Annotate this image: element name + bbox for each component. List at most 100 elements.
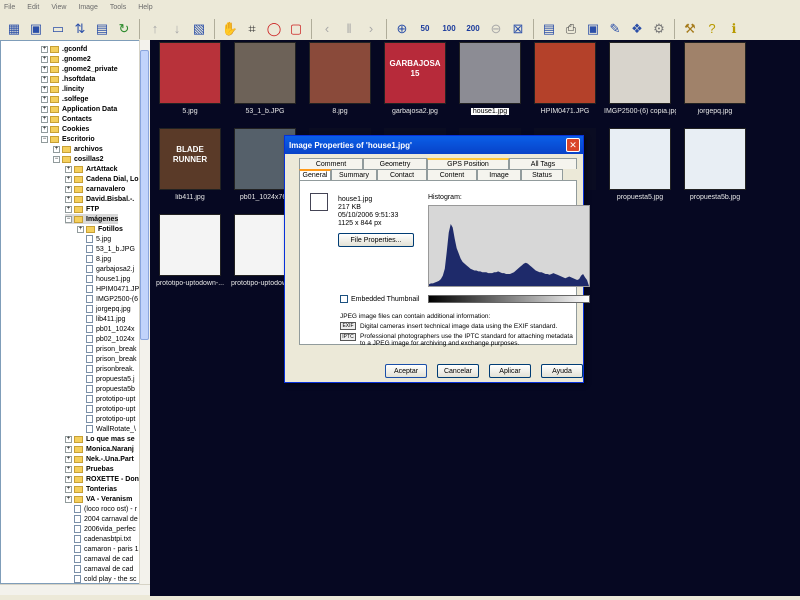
zoom-in-icon[interactable]: ⊕ [392,18,412,40]
tree-folder-item[interactable]: + ROXETTE - Don [65,474,139,484]
thumbnail-item[interactable]: 5.jpg [154,42,226,115]
pause-icon[interactable]: ‖ [339,18,359,40]
thumbnail-image[interactable]: GARBAJOSA 15 [384,42,446,104]
help-button[interactable]: Ayuda [541,364,583,378]
tree-file-item[interactable]: propuesta5b [77,384,135,394]
print-icon[interactable]: ⎙ [561,18,581,40]
embedded-thumbnail-checkbox[interactable]: Embedded Thumbnail [340,295,419,303]
tree-folder-item[interactable]: + David.Bisbal.-. [65,194,134,204]
thumbnail-image[interactable] [534,42,596,104]
tree-file-item[interactable]: garbajosa2.j [77,264,134,274]
thumbnail-item[interactable]: BLADE RUNNER lib411.jpg [154,128,226,201]
ok-button[interactable]: Aceptar [385,364,427,378]
tree-file-item[interactable]: cold play - the sc [65,574,137,583]
tree-folder-item[interactable]: + Cadena Dial, Lo [65,174,139,184]
thumbnail-image[interactable] [459,42,521,104]
tree-scroll-thumb[interactable] [140,50,149,340]
tree-file-item[interactable]: camaron - paris 1 [65,544,138,554]
tree-file-item[interactable]: carnaval de cad [65,554,133,564]
slideshow-icon[interactable]: ▧ [189,18,209,40]
thumbnail-item[interactable]: GARBAJOSA 15 garbajosa2.jpg [379,42,451,115]
edit-image-icon[interactable]: ✎ [605,18,625,40]
menu-help[interactable]: Help [138,4,152,11]
menu-image[interactable]: Image [78,4,97,11]
thumbnail-item[interactable]: 53_1_b.JPG [229,42,301,115]
expand-toggle-icon[interactable]: + [65,495,72,503]
tree-folder-item[interactable]: + archivos [53,144,103,154]
menu-view[interactable]: View [51,4,66,11]
tree-file-item[interactable]: prototipo-upt [77,394,135,404]
close-icon[interactable]: ✕ [566,138,580,152]
scanner-icon[interactable]: ▣ [583,18,603,40]
crop-icon[interactable]: ⌗ [242,18,262,40]
thumbnail-item[interactable]: house1.jpg [454,42,526,117]
tab-image[interactable]: Image [477,169,521,180]
tree-file-item[interactable]: prototipo-upt [77,404,135,414]
expand-toggle-icon[interactable]: − [53,155,60,163]
tree-file-item[interactable]: prisonbreak. [77,364,135,374]
expand-toggle-icon[interactable]: + [65,465,72,473]
tree-file-item[interactable]: 53_1_b.JPG [77,244,135,254]
previous-icon[interactable]: ‹ [317,18,337,40]
tab-geometry[interactable]: Geometry [363,158,427,169]
tree-folder-item[interactable]: + carnavalero [65,184,125,194]
tree-folder-item[interactable]: + .hsoftdata [41,74,95,84]
expand-toggle-icon[interactable]: + [65,205,72,213]
tree-file-item[interactable]: WallRotate_\ [77,424,136,434]
expand-toggle-icon[interactable]: + [65,435,72,443]
tree-file-item[interactable]: pb01_1024x [77,324,135,334]
expand-toggle-icon[interactable]: + [65,485,72,493]
expand-toggle-icon[interactable]: + [65,175,72,183]
tree-folder-item[interactable]: + VA - Veranism [65,494,132,504]
hand-icon[interactable]: ✋ [220,18,240,40]
thumbnail-item[interactable]: propuesta5.jpg [604,128,676,201]
thumbnail-image[interactable] [159,214,221,276]
thumbnail-image[interactable] [234,42,296,104]
tree-file-item[interactable]: cadenasbtpi.txt [65,534,131,544]
tree-folder-item[interactable]: − cosillas2 [53,154,104,164]
tree-file-item[interactable]: 5.jpg [77,234,111,244]
expand-toggle-icon[interactable]: + [65,445,72,453]
red-eye-icon[interactable]: ▢ [286,18,306,40]
apply-button[interactable]: Aplicar [489,364,531,378]
expand-toggle-icon[interactable]: + [41,115,48,123]
thumbnail-item[interactable]: prototipo-uptodown-... [154,214,226,287]
tree-folder-item[interactable]: + ArtAttack [65,164,118,174]
tree-file-item[interactable]: jorgepq.jpg [77,304,131,314]
expand-toggle-icon[interactable]: + [41,105,48,113]
expand-toggle-icon[interactable]: + [53,145,60,153]
tree-file-item[interactable]: (loco roco ost) - r [65,504,137,514]
tree-file-item[interactable]: house1.jpg [77,274,130,284]
image-view-icon[interactable]: ▣ [26,18,46,40]
tree-file-item[interactable]: pb02_1024x [77,334,135,344]
tree-file-item[interactable]: prison_break [77,344,136,354]
thumbnail-item[interactable]: jorgepq.jpg [679,42,751,115]
help-icon[interactable]: ? [702,18,722,40]
folder-tree[interactable]: + .gconfd + .gnome2 + .gnome2_private + .hsoftd… [0,40,150,584]
down-arrow-icon[interactable]: ↓ [167,18,187,40]
next-icon[interactable]: › [361,18,381,40]
tree-folder-item[interactable]: + .gconfd [41,44,87,54]
tab-gps-position[interactable]: GPS Position [427,158,509,169]
tab-content[interactable]: Content [427,169,477,180]
tree-horizontal-scrollbar[interactable] [0,584,150,595]
tree-folder-item[interactable]: + .gnome2_private [41,64,118,74]
expand-toggle-icon[interactable]: + [65,165,72,173]
tree-file-item[interactable]: IMGP2500-(6 [77,294,138,304]
tree-folder-item[interactable]: − Escritorio [41,134,95,144]
zoom-200-button[interactable]: 200 [462,18,484,40]
tree-folder-item[interactable]: + Nek.-.Una.Part [65,454,134,464]
tree-folder-item[interactable]: + Tonterias [65,484,117,494]
tree-file-item[interactable]: propuesta5.j [77,374,135,384]
thumbnail-image[interactable]: BLADE RUNNER [159,128,221,190]
tree-folder-item[interactable]: + Fotillos [77,224,123,234]
zoom-100-button[interactable]: 100 [438,18,460,40]
refresh-icon[interactable]: ↻ [114,18,134,40]
thumbnail-item[interactable]: IMGP2500-(6) copia.jpg [604,42,676,115]
zoom-50-button[interactable]: 50 [414,18,436,40]
tab-contact[interactable]: Contact [377,169,427,180]
settings-icon[interactable]: ⚙ [649,18,669,40]
tab-summary[interactable]: Summary [331,169,377,180]
tree-folder-item[interactable]: + .solfege [41,94,88,104]
thumbnails-view-icon[interactable]: ▦ [4,18,24,40]
